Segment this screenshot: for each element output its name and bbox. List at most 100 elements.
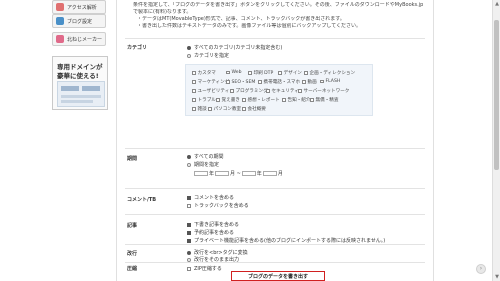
- domain-banner[interactable]: 専用ドメインが 豪華に使える!: [52, 56, 108, 110]
- sidebar-item-label: アクセス解析: [67, 4, 97, 11]
- sidebar: アクセス解析 ブログ設定 北ねじメーカー 専用ドメインが 豪華に使える!: [52, 0, 108, 281]
- category-item[interactable]: トラブル: [192, 97, 216, 103]
- option-label: コメントを含める: [194, 195, 235, 201]
- scrollbar[interactable]: ▲ ▼: [492, 0, 500, 281]
- option-label: 改行を<br>タグに変換: [194, 250, 248, 256]
- sidebar-item-label: ブログ設定: [67, 18, 93, 25]
- month-unit: 月: [277, 171, 283, 177]
- period-specify-option[interactable]: 期間を指定: [187, 161, 219, 168]
- sidebar-item-access-analysis[interactable]: アクセス解析: [52, 0, 106, 14]
- banner-image: [57, 81, 105, 107]
- category-item[interactable]: 企画・ディレクション: [304, 70, 355, 76]
- category-item[interactable]: プログラミング: [230, 88, 268, 94]
- period-range: 年 月 ~ 年 月: [193, 170, 283, 177]
- category-item[interactable]: パソコン教室: [208, 106, 241, 112]
- radio[interactable]: [187, 53, 191, 58]
- linebreak-section: [125, 244, 425, 249]
- article-label: 記事: [127, 223, 138, 229]
- intro-text-2: で製本に(有料)なります。: [133, 9, 192, 15]
- zip-option[interactable]: ZIP圧縮する: [187, 265, 222, 272]
- option-label: トラックバックを含める: [194, 203, 249, 209]
- linebreak-label: 改行: [127, 251, 138, 257]
- category-item[interactable]: 覚え書き: [216, 97, 240, 103]
- category-item[interactable]: 動画: [302, 79, 317, 85]
- category-item[interactable]: 雑談: [192, 106, 207, 112]
- category-item[interactable]: サーバーネットワーク: [298, 88, 349, 94]
- comment-label: コメント/TB: [127, 197, 157, 203]
- category-item[interactable]: 印刷 DTP: [248, 70, 273, 76]
- category-item[interactable]: カスタマ: [192, 70, 216, 76]
- category-item[interactable]: 感想・レポート: [242, 97, 280, 103]
- intro-bullet-2: ・書き出した件数はテキストデータのみです。画像ファイル等は個別にバックアップして…: [137, 23, 362, 29]
- compress-section: [125, 262, 425, 269]
- category-item[interactable]: 携帯電話・スマホ: [258, 79, 300, 85]
- end-month-select[interactable]: [262, 171, 277, 176]
- end-year-select[interactable]: [241, 171, 256, 176]
- category-item[interactable]: デザイン: [278, 70, 302, 76]
- start-year-select[interactable]: [194, 171, 208, 176]
- category-item[interactable]: セキュリティ: [266, 88, 299, 94]
- export-panel: 条件を指定して、「ブログのデータを書き出す」ボタンをクリックしてください。その後…: [116, 0, 434, 281]
- period-all-option[interactable]: すべての期間: [187, 153, 223, 160]
- chart-icon: [56, 3, 64, 11]
- category-item[interactable]: 告知・紹介: [282, 97, 310, 103]
- sidebar-item-blog-settings[interactable]: ブログ設定: [52, 14, 106, 28]
- category-item[interactable]: 無償・精査: [310, 97, 338, 103]
- include-draft-option[interactable]: 下書き記事を含める: [187, 221, 239, 228]
- checkbox[interactable]: [187, 203, 191, 208]
- compress-label: 圧縮: [127, 266, 138, 272]
- linebreak-convert-option[interactable]: 改行を<br>タグに変換: [187, 249, 248, 256]
- option-label: プライベート機能記事を含める(他のブログにインポートする際には反映されません。): [194, 238, 386, 244]
- radio-selected[interactable]: [187, 154, 191, 159]
- include-comment-option[interactable]: コメントを含める: [187, 194, 234, 201]
- scrollbar-thumb[interactable]: [494, 20, 499, 170]
- option-label: すべての期間: [194, 154, 224, 160]
- checkbox-checked[interactable]: [187, 238, 191, 243]
- category-label: カテゴリ: [127, 45, 148, 51]
- option-label: 期間を指定: [194, 162, 220, 168]
- category-all-option[interactable]: すべてのカテゴリ(カテゴリ未指定含む): [187, 44, 282, 51]
- option-label: 予約記事を含める: [194, 230, 235, 236]
- scroll-right-icon[interactable]: ›: [476, 264, 486, 274]
- category-specify-option[interactable]: カテゴリを指定: [187, 52, 229, 59]
- banner-subtitle: 豪華に使える!: [57, 72, 99, 80]
- year-unit: 年: [209, 171, 215, 177]
- start-month-select[interactable]: [215, 171, 230, 176]
- category-item[interactable]: FLASH: [320, 79, 340, 84]
- period-label: 期間: [127, 156, 138, 162]
- option-label: すべてのカテゴリ(カテゴリ未指定含む): [194, 45, 283, 51]
- category-item[interactable]: Web: [226, 70, 242, 75]
- gear-icon: [56, 17, 64, 25]
- period-section: [125, 148, 425, 169]
- bolt-icon: [56, 35, 64, 43]
- option-label: 下書き記事を含める: [194, 222, 240, 228]
- category-item[interactable]: マーケティング: [192, 79, 229, 85]
- option-label: ZIP圧縮する: [194, 266, 222, 272]
- include-private-option[interactable]: プライベート機能記事を含める(他のブログにインポートする際には反映されません。): [187, 237, 385, 244]
- sidebar-item-label: 北ねじメーカー: [67, 36, 103, 43]
- intro-text: 条件を指定して、「ブログのデータを書き出す」ボタンをクリックしてください。その後…: [133, 2, 424, 8]
- checkbox[interactable]: [187, 266, 191, 271]
- include-scheduled-option[interactable]: 予約記事を含める: [187, 229, 234, 236]
- intro-bullet-1: ・データはMT(MovableType)形式で、記事、コメント、トラックバックが…: [137, 16, 345, 22]
- scroll-up-icon[interactable]: ▲: [494, 1, 500, 7]
- radio[interactable]: [187, 257, 191, 262]
- checkbox-checked[interactable]: [187, 230, 191, 235]
- option-label: カテゴリを指定: [194, 53, 230, 59]
- radio-selected[interactable]: [187, 45, 191, 50]
- category-item[interactable]: SEO・SEM: [226, 79, 255, 85]
- comment-section: [125, 188, 425, 211]
- include-trackback-option[interactable]: トラックバックを含める: [187, 202, 249, 209]
- scroll-down-icon[interactable]: ▼: [494, 274, 500, 280]
- sidebar-item-maker[interactable]: 北ねじメーカー: [52, 32, 106, 46]
- checkbox-checked[interactable]: [187, 222, 191, 227]
- category-item[interactable]: ユーザビリティ: [192, 88, 229, 94]
- year-unit: 年: [256, 171, 262, 177]
- page: アクセス解析 ブログ設定 北ねじメーカー 専用ドメインが 豪華に使える! 条件を…: [0, 0, 500, 281]
- checkbox-checked[interactable]: [187, 195, 191, 200]
- export-button[interactable]: ブログのデータを書き出す: [231, 271, 325, 281]
- radio-selected[interactable]: [187, 250, 191, 255]
- radio[interactable]: [187, 162, 191, 167]
- category-list: カスタマ Web 印刷 DTP デザイン 企画・ディレクション マーケティング …: [185, 64, 373, 116]
- category-item[interactable]: 会社概要: [242, 106, 266, 112]
